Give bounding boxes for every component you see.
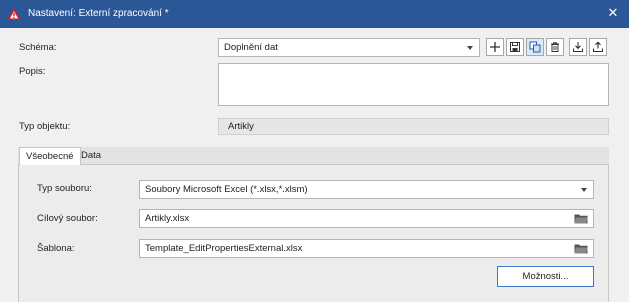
save-schema-button[interactable]	[506, 38, 524, 56]
template-value: Template_EditPropertiesExternal.xlsx	[145, 243, 303, 254]
delete-icon	[551, 42, 559, 52]
import-icon	[572, 42, 584, 53]
chevron-down-icon	[467, 46, 473, 50]
template-field[interactable]: Template_EditPropertiesExternal.xlsx	[139, 239, 594, 258]
schema-select-value: Doplnění dat	[224, 42, 278, 53]
add-schema-button[interactable]	[486, 38, 504, 56]
copy-icon	[529, 41, 541, 53]
object-type-field: Artikly	[218, 118, 609, 135]
file-type-value: Soubory Microsoft Excel (*.xlsx,*.xlsm)	[145, 184, 308, 195]
save-icon	[510, 42, 520, 52]
schema-select[interactable]: Doplnění dat	[218, 38, 480, 57]
copy-schema-button[interactable]	[526, 38, 544, 56]
description-label: Popis:	[19, 66, 46, 77]
schema-label: Schéma:	[19, 42, 57, 53]
target-file-field[interactable]: Artikly.xlsx	[139, 209, 594, 228]
folder-icon[interactable]	[574, 213, 588, 224]
chevron-down-icon	[581, 188, 587, 192]
import-schema-button[interactable]	[569, 38, 587, 56]
export-schema-button[interactable]	[589, 38, 607, 56]
add-icon	[490, 42, 500, 52]
object-type-value: Artikly	[228, 121, 254, 132]
tab-strip: Všeobecné Data	[18, 147, 609, 166]
window-title: Nastavení: Externí zpracování *	[28, 8, 169, 19]
close-icon[interactable]: ✕	[604, 4, 622, 22]
warning-triangle-icon	[7, 8, 21, 20]
target-file-label: Cílový soubor:	[37, 213, 98, 224]
export-icon	[592, 41, 604, 53]
delete-schema-button[interactable]	[546, 38, 564, 56]
tab-data[interactable]: Data	[75, 147, 107, 165]
title-bar: Nastavení: Externí zpracování * ✕	[0, 0, 629, 28]
file-type-label: Typ souboru:	[37, 183, 92, 194]
options-button[interactable]: Možnosti...	[497, 266, 594, 287]
object-type-label: Typ objektu:	[19, 121, 71, 132]
tab-general[interactable]: Všeobecné	[19, 147, 81, 166]
target-file-value: Artikly.xlsx	[145, 213, 190, 224]
file-type-select[interactable]: Soubory Microsoft Excel (*.xlsx,*.xlsm)	[139, 180, 594, 199]
template-label: Šablona:	[37, 243, 75, 254]
description-input[interactable]	[218, 63, 609, 106]
folder-icon[interactable]	[574, 243, 588, 254]
